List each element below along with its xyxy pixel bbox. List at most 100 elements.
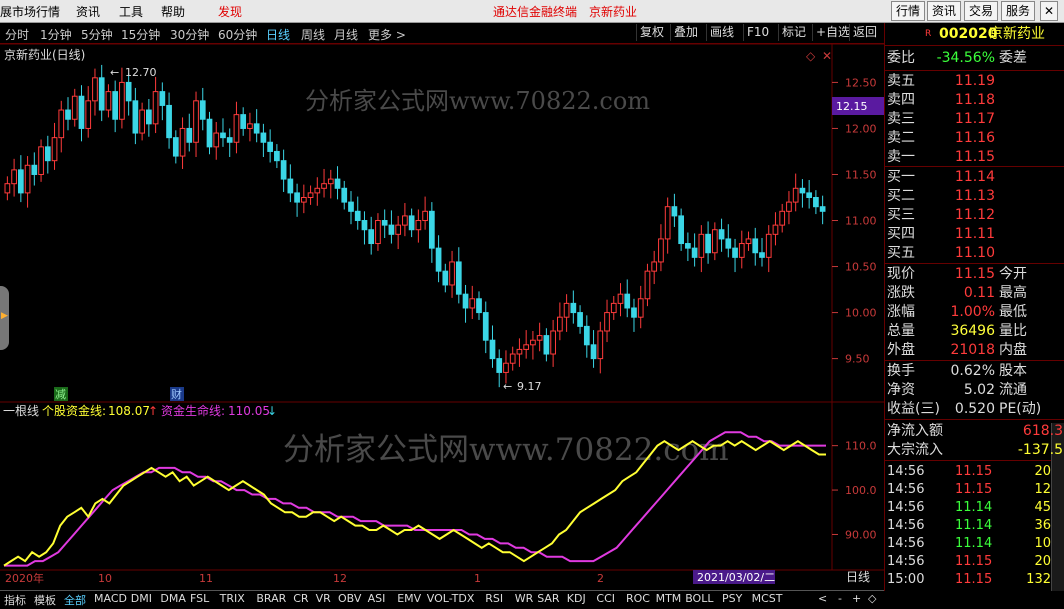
close-chart-icon[interactable]: ✕ <box>822 49 832 63</box>
ask-row-value: 11.15 <box>954 149 995 165</box>
period-weekly[interactable]: 周线 <box>301 26 325 43</box>
close-panel-button[interactable]: ✕ <box>1040 1 1059 21</box>
period-1min[interactable]: 1分钟 <box>40 26 72 43</box>
indicator-tab-cci[interactable]: CCI <box>596 592 615 605</box>
menu-help[interactable]: 帮助 <box>161 3 185 20</box>
bottom-control-2[interactable]: + <box>852 592 861 605</box>
bid-row-value: 11.12 <box>954 207 995 223</box>
chart-canvas[interactable]: 京新药业(日线) 分析家公式网www.70822.com 12.50 12.00 1… <box>0 43 884 591</box>
tick-row: 14:56 11.14 45 <box>885 499 1064 517</box>
side-collapse-handle[interactable]: ▶ <box>0 286 9 350</box>
stat-row-value: 21018 <box>950 342 995 358</box>
news-button[interactable]: 资讯 <box>927 1 962 21</box>
service-button[interactable]: 服务 <box>1001 1 1036 21</box>
quote-button[interactable]: 行情 <box>891 1 926 21</box>
period-more[interactable]: 更多 > <box>368 26 406 43</box>
menu-market[interactable]: 展市场行情 <box>0 3 60 20</box>
indicator-tab-macd[interactable]: MACD <box>94 592 127 605</box>
marker-finance[interactable]: 财 <box>171 387 182 401</box>
stat-row-label: 涨跌 <box>887 285 915 301</box>
trade-button[interactable]: 交易 <box>964 1 999 21</box>
period-intraday[interactable]: 分时 <box>5 26 29 43</box>
indicator-tab-asi[interactable]: ASI <box>368 592 386 605</box>
ask-row-value: 11.16 <box>954 130 995 146</box>
period-monthly[interactable]: 月线 <box>334 26 358 43</box>
indicator-tab-[interactable]: 模板 <box>34 592 56 608</box>
indicator-tab-trix[interactable]: TRIX <box>220 592 245 605</box>
candle-body <box>711 229 718 254</box>
indicator-tab-wr[interactable]: WR <box>515 592 534 605</box>
marker-reduce[interactable]: 减 <box>55 388 66 401</box>
candle-body <box>38 146 44 175</box>
indicator-tab-vr[interactable]: VR <box>316 592 331 605</box>
candle-body <box>105 91 112 111</box>
menu-discover[interactable]: 发现 <box>218 3 242 20</box>
f10-button[interactable]: F10 <box>743 24 772 41</box>
period-daily[interactable]: 日线 <box>266 26 290 43</box>
candle-body <box>442 270 449 286</box>
fin-row-value: 0.62% <box>950 363 995 379</box>
back-button[interactable]: 返回 <box>849 24 880 41</box>
fin-row-label: 换手 <box>887 363 915 379</box>
candle-body <box>31 164 38 175</box>
candle-body <box>678 215 684 245</box>
indicator-tab-fsl[interactable]: FSL <box>190 592 209 605</box>
indicator-tab-brar[interactable]: BRAR <box>256 592 286 605</box>
indicator-tab-bar: 指标 模板 全部 MACD DMI DMA FSL TRIX BRAR CR VR OBV ASI EMV… <box>0 590 884 609</box>
indicator-tab-[interactable]: 全部 <box>64 592 86 608</box>
indicator-tab-psy[interactable]: PSY <box>722 592 742 605</box>
indicator-tab-obv[interactable]: OBV <box>338 592 361 605</box>
indicator-tab-voltdx[interactable]: VOL-TDX <box>427 592 475 605</box>
indicator-tab-mtm[interactable]: MTM <box>656 592 682 605</box>
settings-diamond-icon[interactable]: ◇ <box>806 49 816 63</box>
tick-row: 14:56 11.14 36 <box>885 517 1064 535</box>
indicator-tab-boll[interactable]: BOLL <box>685 592 713 605</box>
draw-button[interactable]: 画线 <box>706 24 737 41</box>
low-label: 9.17 <box>517 380 542 393</box>
period-5min[interactable]: 5分钟 <box>81 26 113 43</box>
indicator-tab-cr[interactable]: CR <box>293 592 308 605</box>
tick-time: 14:56 <box>887 464 925 479</box>
tick-volume: 45 <box>1034 500 1051 515</box>
ask-row: 卖一 11.15 <box>885 148 1064 167</box>
candle-body <box>300 196 307 203</box>
restore-rights-button[interactable]: 复权 <box>636 24 667 41</box>
bottom-control-3[interactable]: ◇ <box>868 592 876 605</box>
line1-value: 108.07 <box>108 404 150 418</box>
chart-area[interactable]: 京新药业(日线) 分析家公式网www.70822.com 12.50 12.00 1… <box>0 43 884 591</box>
overlay-button[interactable]: 叠加 <box>670 24 701 41</box>
candle-body <box>166 104 172 139</box>
flow-label: 大宗流入 <box>887 442 943 458</box>
bottom-control-0[interactable]: < <box>818 592 827 605</box>
indicator-tab-emv[interactable]: EMV <box>397 592 421 605</box>
bid-row-value: 11.13 <box>954 188 995 204</box>
indicator-tab-roc[interactable]: ROC <box>626 592 650 605</box>
period-15min[interactable]: 15分钟 <box>121 26 160 43</box>
indicator-tab-kdj[interactable]: KDJ <box>567 592 586 605</box>
window-stock-name: 京新药业 <box>589 5 638 19</box>
indicator-name[interactable]: 一根线 <box>3 404 39 418</box>
indicator-tab-mcst[interactable]: MCST <box>752 592 783 605</box>
candle-body <box>557 316 563 332</box>
period-30min[interactable]: 30分钟 <box>170 26 209 43</box>
candle-body <box>799 187 806 194</box>
indicator-tab-[interactable]: 指标 <box>4 592 26 608</box>
fin-row-right-label: 流通 <box>999 382 1027 398</box>
mark-button[interactable]: 标记 <box>778 24 809 41</box>
indicator-tab-rsi[interactable]: RSI <box>485 592 503 605</box>
candle-body <box>85 100 92 129</box>
indicator-tab-sar[interactable]: SAR <box>537 592 559 605</box>
period-60min[interactable]: 60分钟 <box>218 26 257 43</box>
xaxis-label-nov: 11 <box>199 572 213 585</box>
add-watchlist-button[interactable]: +自选 <box>812 24 853 41</box>
ask-row-value: 11.17 <box>954 111 995 127</box>
bottom-control-1[interactable]: - <box>838 592 842 605</box>
candle-body <box>146 109 152 125</box>
menu-tools[interactable]: 工具 <box>119 3 143 20</box>
candle-body <box>193 100 199 143</box>
indicator-tab-dmi[interactable]: DMI <box>131 592 152 605</box>
indicator-tab-dma[interactable]: DMA <box>160 592 186 605</box>
menu-news[interactable]: 资讯 <box>76 3 100 20</box>
ask-row: 卖三 11.17 <box>885 110 1064 129</box>
stock-name: 京新药业 <box>989 26 1045 42</box>
